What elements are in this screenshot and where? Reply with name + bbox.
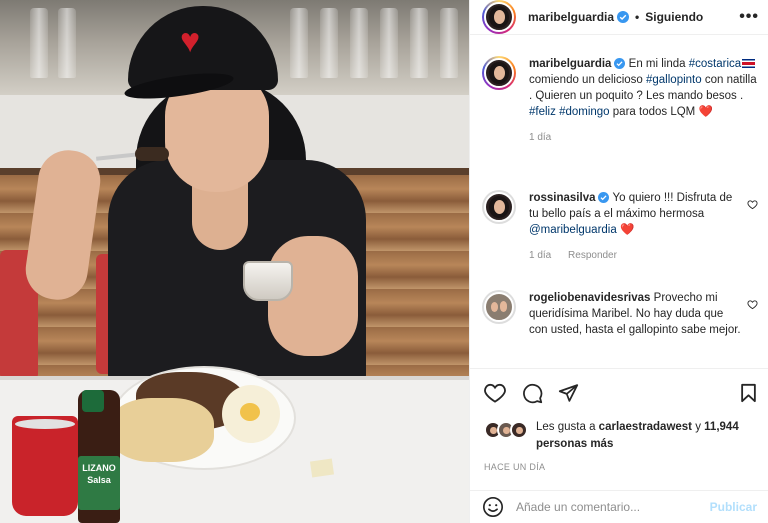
send-icon[interactable] [558, 383, 579, 403]
red-heart-emoji-icon: ❤️ [698, 106, 713, 118]
hashtag-domingo[interactable]: #domingo [559, 106, 610, 118]
comment-input[interactable] [516, 500, 702, 514]
more-horizontal-icon[interactable]: ••• [739, 8, 759, 26]
hashtag-feliz[interactable]: #feliz [529, 106, 556, 118]
comment-like-heart-icon[interactable] [747, 299, 758, 310]
following-button[interactable]: Siguiendo [645, 10, 703, 24]
photo-glass [350, 8, 368, 78]
bookmark-icon[interactable] [740, 383, 757, 403]
photo-egg-yolk [240, 403, 260, 421]
cap-heart-icon: ♥ [180, 22, 201, 60]
action-bar [470, 368, 768, 413]
caption-text-2: comiendo un delicioso [529, 74, 643, 86]
avatar-image [484, 2, 514, 32]
heart-icon[interactable] [484, 383, 506, 403]
comment-avatar[interactable] [482, 290, 516, 324]
caption-time[interactable]: 1 día [529, 132, 551, 143]
photo-glass [440, 8, 458, 78]
comment-text: rogeliobenavidesrivas Provecho mi querid… [529, 290, 742, 338]
photo-glass [320, 8, 338, 78]
costa-rica-flag-icon [742, 59, 756, 68]
hashtag-gallopinto[interactable]: #gallopinto [646, 74, 702, 86]
photo-glass [58, 8, 76, 78]
smiley-icon[interactable] [482, 496, 504, 518]
avatar-image [484, 58, 514, 88]
photo-sugar-packet [309, 458, 335, 478]
header-separator: • [635, 10, 640, 24]
comment-icon[interactable] [522, 383, 543, 404]
caption-text: maribelguardia En mi linda #costarica com… [529, 56, 762, 120]
likes-prefix: Les gusta a [536, 421, 596, 433]
post-timestamp[interactable]: HACE UN DÍA [484, 462, 545, 472]
comment-avatar[interactable] [482, 190, 516, 224]
photo-tortilla [110, 398, 214, 462]
comment-item: rogeliobenavidesrivas Provecho mi querid… [482, 290, 762, 338]
likes-summary: Les gusta a carlaestradawest y 11,944 pe… [484, 419, 764, 453]
photo-natilla-cup [243, 261, 293, 301]
photo-fork-food [135, 147, 169, 161]
caption-meta: 1 día [529, 132, 762, 143]
mention-maribelguardia[interactable]: @maribelguardia [529, 224, 617, 236]
photo-glass [30, 8, 48, 78]
caption-text-4: para todos LQM [612, 106, 696, 118]
liker-avatars [484, 421, 536, 441]
caption-username[interactable]: maribelguardia [529, 58, 611, 70]
hashtag-costarica[interactable]: #costarica [689, 58, 741, 70]
comment-time[interactable]: 1 día [529, 250, 551, 261]
verified-badge-icon [598, 192, 610, 203]
photo-glass [410, 8, 428, 78]
photo-bottle-cap [82, 390, 104, 412]
comment-text: rossinasilva Yo quiero !!! Disfruta de t… [529, 190, 742, 238]
photo-glass [290, 8, 308, 78]
avatar-image [484, 292, 514, 322]
reply-button[interactable]: Responder [568, 250, 617, 261]
verified-badge-icon [614, 58, 626, 69]
likes-first-user[interactable]: carlaestradawest [599, 421, 692, 433]
post-header: maribelguardia • Siguiendo ••• [470, 0, 768, 35]
photo-mug-rim [12, 416, 78, 432]
comment-like-heart-icon[interactable] [747, 199, 758, 210]
comment-item: rossinasilva Yo quiero !!! Disfruta de t… [482, 190, 762, 261]
header-username[interactable]: maribelguardia [528, 10, 614, 24]
publish-button[interactable]: Publicar [710, 500, 757, 514]
header-avatar[interactable] [482, 0, 516, 34]
add-comment-bar: Publicar [470, 490, 768, 523]
likes-connector: y [695, 421, 701, 433]
avatar-image [484, 192, 514, 222]
likes-text: Les gusta a carlaestradawest y 11,944 pe… [536, 419, 764, 453]
post-side-panel: maribelguardia • Siguiendo ••• maribelgu… [469, 0, 768, 523]
comment-username[interactable]: rogeliobenavidesrivas [529, 292, 650, 304]
photo-glass [380, 8, 398, 78]
verified-badge-icon [617, 11, 630, 23]
comment-username[interactable]: rossinasilva [529, 192, 595, 204]
post-photo[interactable]: ♥ LIZANO Salsa [0, 0, 469, 523]
comment-meta: 1 día Responder [529, 250, 762, 261]
red-heart-emoji-icon: ❤️ [619, 224, 635, 236]
caption-avatar[interactable] [482, 56, 516, 90]
liker-avatar[interactable] [510, 421, 528, 439]
photo-bottle-label: LIZANO Salsa [78, 456, 120, 510]
post-caption: maribelguardia En mi linda #costarica com… [482, 56, 762, 143]
caption-text-1: En mi linda [628, 58, 686, 70]
